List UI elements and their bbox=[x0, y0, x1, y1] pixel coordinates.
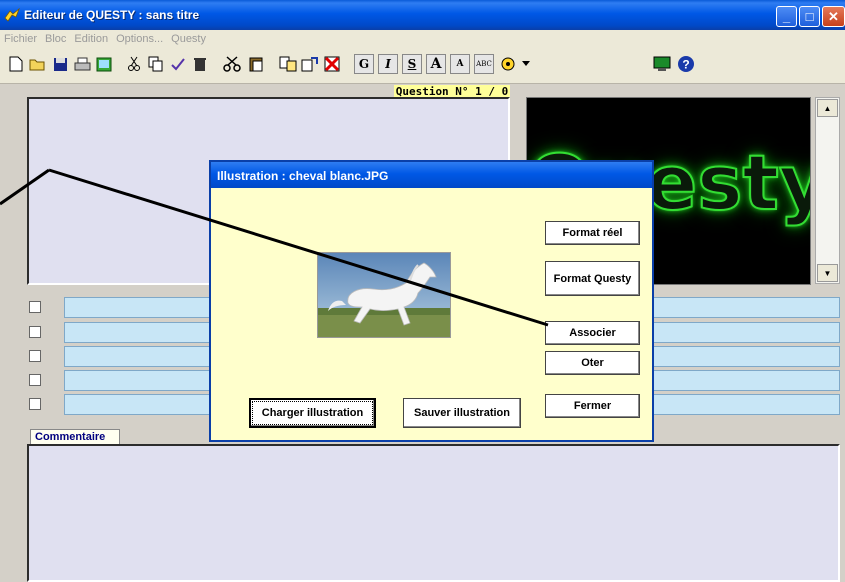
scissors-large-icon bbox=[223, 56, 241, 72]
questy-app-icon bbox=[4, 8, 20, 22]
help-icon: ? bbox=[678, 56, 694, 72]
clipboard-icon bbox=[249, 57, 263, 72]
close-button[interactable]: ✕ bbox=[822, 6, 845, 27]
svg-text:?: ? bbox=[682, 58, 689, 72]
bold-button[interactable]: G bbox=[354, 54, 374, 74]
format-questy-button[interactable]: Format Questy bbox=[545, 261, 640, 296]
monitor-icon bbox=[653, 56, 671, 71]
arrow-down-icon: ▼ bbox=[823, 268, 832, 278]
menu-bloc[interactable]: Bloc bbox=[41, 30, 70, 48]
answer-checkbox[interactable] bbox=[29, 350, 41, 362]
save-icon bbox=[53, 57, 67, 71]
oter-button[interactable]: Oter bbox=[545, 351, 640, 375]
scissors-icon bbox=[128, 56, 140, 71]
red-x-icon bbox=[324, 56, 340, 72]
cut-block-button[interactable] bbox=[222, 54, 242, 74]
delete-block-button[interactable] bbox=[322, 54, 342, 74]
answer-checkbox[interactable] bbox=[29, 374, 41, 386]
scroll-down-button[interactable]: ▼ bbox=[817, 264, 838, 282]
image-button[interactable] bbox=[94, 54, 114, 74]
font-larger-button[interactable]: A bbox=[426, 54, 446, 74]
associer-button[interactable]: Associer bbox=[545, 321, 640, 345]
menu-options[interactable]: Options... bbox=[112, 30, 167, 48]
vertical-scrollbar[interactable]: ▲ ▼ bbox=[815, 97, 840, 284]
copy-button[interactable] bbox=[146, 54, 166, 74]
answer-checkbox[interactable] bbox=[29, 398, 41, 410]
scroll-up-button[interactable]: ▲ bbox=[817, 99, 838, 117]
help-button[interactable]: ? bbox=[676, 54, 696, 74]
delete-button[interactable] bbox=[190, 54, 210, 74]
paste-button[interactable] bbox=[246, 54, 266, 74]
font-smaller-button[interactable]: A bbox=[450, 54, 470, 74]
checkmark-icon bbox=[171, 58, 185, 71]
window-titlebar: Editeur de QUESTY : sans titre _ □ ✕ bbox=[0, 0, 845, 30]
trash-icon bbox=[194, 58, 206, 71]
white-horse-image bbox=[318, 253, 450, 337]
check-button[interactable] bbox=[168, 54, 188, 74]
fermer-button[interactable]: Fermer bbox=[545, 394, 640, 418]
speaker-icon bbox=[501, 57, 515, 71]
maximize-icon: □ bbox=[805, 9, 814, 24]
print-icon bbox=[74, 57, 90, 70]
new-document-icon bbox=[9, 56, 23, 72]
save-button[interactable] bbox=[50, 54, 70, 74]
minimize-button[interactable]: _ bbox=[776, 6, 797, 27]
preview-button[interactable] bbox=[652, 54, 672, 74]
comment-tab[interactable]: Commentaire bbox=[30, 429, 120, 445]
illustration-dialog: Illustration : cheval blanc.JPG Format r… bbox=[209, 160, 654, 442]
insert-block-button[interactable] bbox=[300, 54, 320, 74]
chevron-down-icon bbox=[522, 61, 530, 66]
underline-button[interactable]: S bbox=[402, 54, 422, 74]
speaker-button[interactable] bbox=[498, 54, 518, 74]
window-title: Editeur de QUESTY : sans titre bbox=[24, 8, 200, 22]
open-button[interactable] bbox=[28, 54, 48, 74]
menu-fichier[interactable]: Fichier bbox=[0, 30, 41, 48]
answer-checkbox[interactable] bbox=[29, 301, 41, 313]
menu-questy[interactable]: Questy bbox=[167, 30, 210, 48]
insert-block-icon bbox=[301, 57, 318, 72]
spellcheck-button[interactable]: ABC bbox=[474, 54, 494, 74]
horse-illustration bbox=[317, 252, 451, 338]
speaker-dropdown[interactable] bbox=[520, 54, 532, 74]
print-button[interactable] bbox=[72, 54, 92, 74]
answer-checkbox[interactable] bbox=[29, 326, 41, 338]
menu-edition[interactable]: Edition bbox=[70, 30, 112, 48]
copy-block-icon bbox=[279, 56, 297, 72]
open-folder-icon bbox=[29, 59, 45, 71]
copy-icon bbox=[148, 56, 163, 72]
cut-button[interactable] bbox=[124, 54, 144, 74]
copy-block-button[interactable] bbox=[278, 54, 298, 74]
close-icon: ✕ bbox=[828, 8, 839, 24]
dialog-title: Illustration : cheval blanc.JPG bbox=[211, 162, 652, 188]
italic-button[interactable]: I bbox=[378, 54, 398, 74]
minimize-icon: _ bbox=[782, 9, 791, 24]
charger-illustration-button[interactable]: Charger illustration bbox=[249, 398, 376, 428]
image-icon bbox=[96, 57, 112, 71]
format-reel-button[interactable]: Format réel bbox=[545, 221, 640, 245]
toolbar: G I S A A ABC ? bbox=[0, 50, 845, 84]
arrow-up-icon: ▲ bbox=[823, 103, 832, 113]
new-document-button[interactable] bbox=[6, 54, 26, 74]
menu-bar: Fichier Bloc Edition Options... Questy bbox=[0, 30, 845, 50]
sauver-illustration-button[interactable]: Sauver illustration bbox=[403, 398, 521, 428]
maximize-button[interactable]: □ bbox=[799, 6, 820, 27]
comment-text-area[interactable] bbox=[27, 444, 840, 582]
